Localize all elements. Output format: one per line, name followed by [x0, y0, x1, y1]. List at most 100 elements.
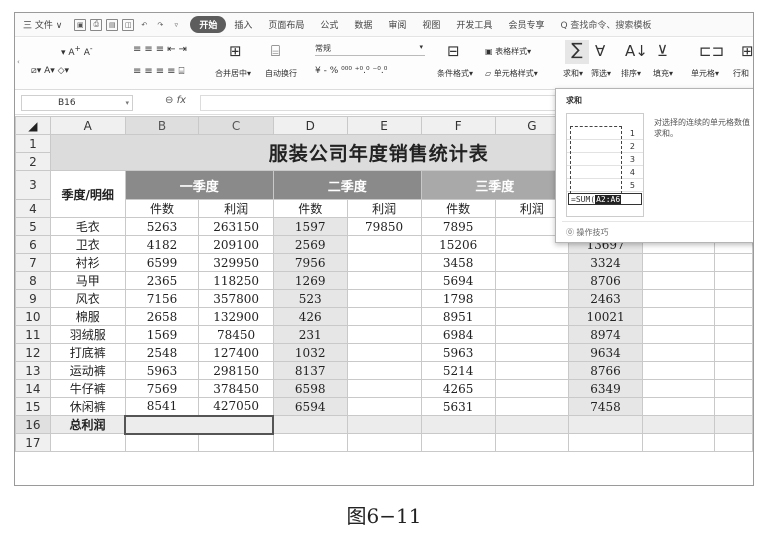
- number-format-buttons[interactable]: ¥ - % ⁰⁰⁰ ⁺⁰.⁰ ⁻⁰.⁰: [315, 66, 387, 76]
- quarter-2-header[interactable]: 二季度: [272, 170, 422, 200]
- q4-count-cell[interactable]: 7458: [567, 397, 644, 416]
- q1-profit-cell[interactable]: 329950: [198, 253, 274, 272]
- cell[interactable]: [642, 325, 715, 344]
- tab-page-layout[interactable]: 页面布局: [260, 18, 312, 31]
- q2-count-cell[interactable]: 8137: [272, 361, 348, 380]
- q3-profit-cell[interactable]: [494, 379, 569, 398]
- save-icon[interactable]: ▣: [74, 18, 87, 31]
- row-header[interactable]: 13: [15, 361, 51, 380]
- product-name-cell[interactable]: 棉服: [49, 307, 126, 326]
- row-header-2[interactable]: 2: [15, 152, 51, 171]
- q4-count-cell[interactable]: 3324: [567, 253, 644, 272]
- row-header[interactable]: 14: [15, 379, 51, 398]
- q4-count-cell[interactable]: 6349: [567, 379, 644, 398]
- q2-count-cell[interactable]: 1597: [272, 217, 348, 236]
- cell[interactable]: [642, 253, 715, 272]
- q3-count-cell[interactable]: 4265: [420, 379, 496, 398]
- q3-count-cell[interactable]: 15206: [420, 235, 496, 254]
- q2-count-cell[interactable]: 2569: [272, 235, 348, 254]
- sort-icon[interactable]: A↓: [625, 42, 648, 60]
- q3-profit-cell[interactable]: [494, 343, 569, 362]
- cell[interactable]: [713, 397, 753, 416]
- number-format-select[interactable]: 常规 ▾: [315, 43, 425, 56]
- row-header[interactable]: 10: [15, 307, 51, 326]
- q2-profit-cell[interactable]: [346, 271, 422, 290]
- q3-count-cell[interactable]: 8951: [420, 307, 496, 326]
- cell[interactable]: [642, 433, 715, 452]
- undo-icon[interactable]: ↶: [138, 19, 150, 31]
- product-name-cell[interactable]: 卫衣: [49, 235, 126, 254]
- q3-count-cell[interactable]: 1798: [420, 289, 496, 308]
- cell[interactable]: [567, 415, 644, 434]
- cell[interactable]: [642, 415, 715, 434]
- q1-profit-cell[interactable]: 298150: [198, 361, 274, 380]
- q2-count-cell[interactable]: 1032: [272, 343, 348, 362]
- conditional-format-button[interactable]: 条件格式▾: [437, 68, 473, 79]
- preview-icon[interactable]: ◫: [122, 18, 135, 31]
- cell[interactable]: [713, 361, 753, 380]
- quick-access-dropdown-icon[interactable]: ▿: [170, 19, 182, 31]
- font-size-grow-icon[interactable]: ▾ A+ A-: [61, 44, 93, 58]
- col-header-a[interactable]: A: [49, 116, 126, 135]
- row-column-button[interactable]: 行和: [733, 68, 749, 79]
- header-label-cell[interactable]: 季度/明细: [49, 170, 126, 218]
- q1-count-cell[interactable]: 8541: [124, 397, 200, 416]
- cell[interactable]: [642, 289, 715, 308]
- cell[interactable]: [713, 325, 753, 344]
- row-header-3[interactable]: 3: [15, 170, 51, 200]
- q4-count-cell[interactable]: 8706: [567, 271, 644, 290]
- tab-formulas[interactable]: 公式: [312, 18, 346, 31]
- product-name-cell[interactable]: 运动裤: [49, 361, 126, 380]
- quarter-1-header[interactable]: 一季度: [124, 170, 274, 200]
- cell[interactable]: [272, 415, 348, 434]
- q1-profit-cell[interactable]: 127400: [198, 343, 274, 362]
- q1-profit-cell[interactable]: 427050: [198, 397, 274, 416]
- q4-count-cell[interactable]: 9634: [567, 343, 644, 362]
- q1-profit-cell[interactable]: 263150: [198, 217, 274, 236]
- q2-profit-cell[interactable]: [346, 379, 422, 398]
- tab-home[interactable]: 开始: [190, 16, 227, 33]
- product-name-cell[interactable]: 休闲裤: [49, 397, 126, 416]
- q2-profit-cell[interactable]: [346, 307, 422, 326]
- cell[interactable]: [713, 415, 753, 434]
- q2-count-cell[interactable]: 7956: [272, 253, 348, 272]
- cell[interactable]: [494, 433, 569, 452]
- q2-count-cell[interactable]: 523: [272, 289, 348, 308]
- fill-icon[interactable]: ⊻: [657, 42, 668, 60]
- q3-count-cell[interactable]: 5963: [420, 343, 496, 362]
- total-label-cell[interactable]: 总利润: [49, 415, 126, 434]
- print-preview-icon[interactable]: ▤: [106, 18, 119, 31]
- cell[interactable]: [642, 271, 715, 290]
- cell[interactable]: [346, 415, 422, 434]
- row-header[interactable]: 8: [15, 271, 51, 290]
- cell[interactable]: [49, 433, 126, 452]
- cell[interactable]: [494, 415, 569, 434]
- q3-count-cell[interactable]: 5631: [420, 397, 496, 416]
- align-top-icons[interactable]: ≡≡≡⇤⇥: [133, 44, 190, 55]
- product-name-cell[interactable]: 羽绒服: [49, 325, 126, 344]
- wrap-text-icon[interactable]: ⌸: [271, 42, 280, 60]
- row-header[interactable]: 5: [15, 217, 51, 236]
- tab-member[interactable]: 会员专享: [500, 18, 552, 31]
- print-icon[interactable]: ⎙: [90, 18, 103, 31]
- q3-profit-cell[interactable]: [494, 289, 569, 308]
- tab-review[interactable]: 审阅: [380, 18, 414, 31]
- q2-profit-cell[interactable]: [346, 253, 422, 272]
- tab-developer[interactable]: 开发工具: [448, 18, 500, 31]
- q3-profit-cell[interactable]: [494, 307, 569, 326]
- sort-button[interactable]: 排序▾: [621, 68, 641, 79]
- product-name-cell[interactable]: 衬衫: [49, 253, 126, 272]
- cell[interactable]: [713, 433, 753, 452]
- cell[interactable]: [124, 433, 200, 452]
- q2-profit-cell[interactable]: [346, 289, 422, 308]
- select-all-corner[interactable]: ◢: [15, 116, 51, 135]
- product-name-cell[interactable]: 毛衣: [49, 217, 126, 236]
- row-header[interactable]: 11: [15, 325, 51, 344]
- q3-count-cell[interactable]: 3458: [420, 253, 496, 272]
- q3-count-cell[interactable]: 7895: [420, 217, 496, 236]
- q2-profit-cell[interactable]: [346, 361, 422, 380]
- q2-profit-cell[interactable]: [346, 343, 422, 362]
- cell[interactable]: [642, 361, 715, 380]
- q1-count-cell[interactable]: 2365: [124, 271, 200, 290]
- q1-profit-cell[interactable]: 118250: [198, 271, 274, 290]
